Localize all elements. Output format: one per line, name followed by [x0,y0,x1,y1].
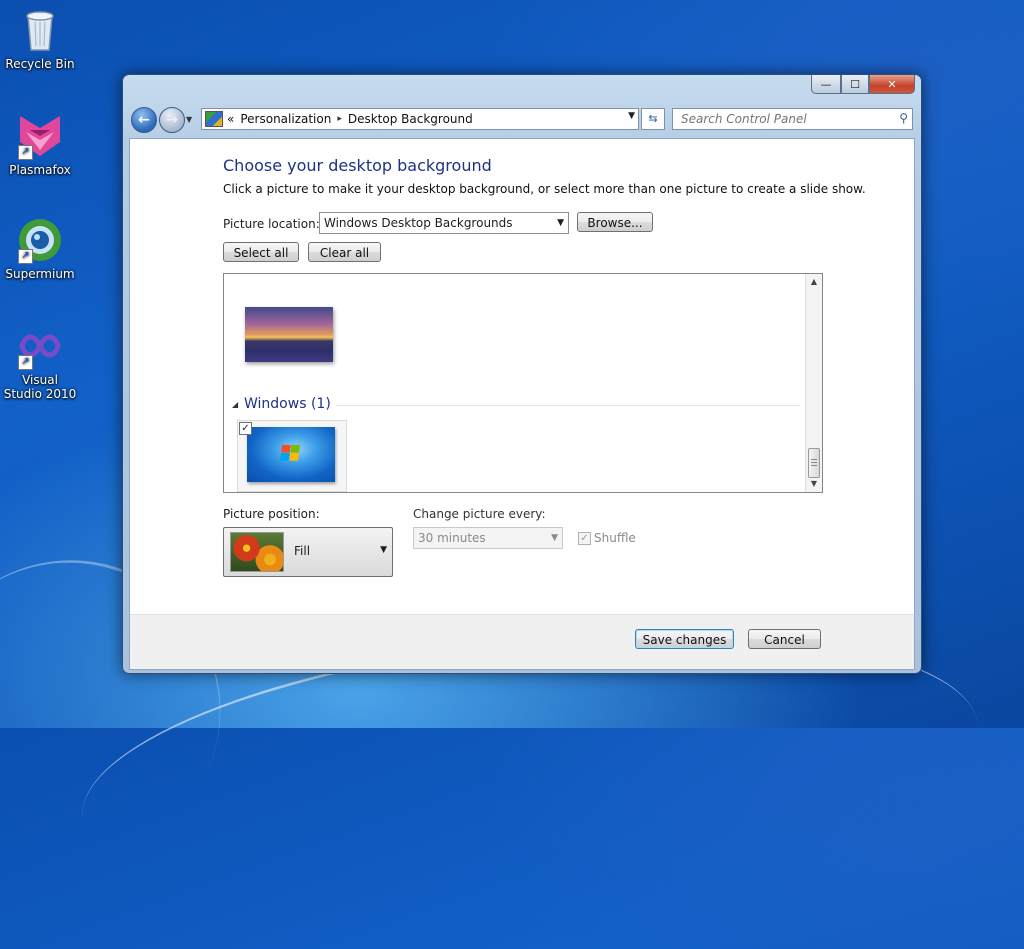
search-input[interactable] [679,109,888,129]
desktop-icon-plasmafox[interactable]: ↗ Plasmafox [0,112,80,177]
address-bar[interactable]: « Personalization ▸ Desktop Background ▼ [201,108,639,130]
change-picture-interval-select[interactable]: 30 minutes ▼ [413,527,563,549]
gallery-scrollbar[interactable]: ▲ ▼ [805,274,822,492]
page-title: Choose your desktop background [223,156,492,175]
arrow-right-icon: → [166,112,178,128]
wallpaper-item-windows[interactable]: ✓ [237,420,347,492]
breadcrumb-desktop-background[interactable]: Desktop Background [348,112,473,126]
group-divider [336,405,800,406]
desktop-icon-label: Visual Studio 2010 [3,373,77,401]
scroll-thumb[interactable] [808,448,820,478]
caption-buttons: — ☐ ✕ [811,75,915,94]
background-gallery: ◢ Windows (1) ✓ ▲ ▼ [223,273,823,493]
search-icon[interactable]: ⚲ [899,111,908,125]
grip-line [811,465,817,466]
select-all-button[interactable]: Select all [223,242,299,262]
windows-logo-icon [279,445,301,461]
forward-button[interactable]: → [159,107,185,133]
shuffle-check-icon: ✓ [578,532,591,545]
collapse-triangle-icon[interactable]: ◢ [232,400,238,409]
cancel-button[interactable]: Cancel [748,629,821,649]
supermium-icon: ↗ [16,216,64,264]
desktop-icon-label: Plasmafox [9,163,71,177]
chevron-down-icon: ▼ [551,533,558,543]
back-button[interactable]: ← [131,107,157,133]
scroll-down-icon[interactable]: ▼ [806,476,822,492]
shortcut-arrow-icon: ↗ [18,249,33,264]
search-box: ⚲ [672,108,913,130]
picture-location-value: Windows Desktop Backgrounds [324,216,513,230]
clear-all-button[interactable]: Clear all [308,242,381,262]
position-preview-thumbnail [230,532,284,572]
arrow-left-icon: ← [138,112,150,128]
picture-location-label: Picture location: [223,217,320,231]
browse-button[interactable]: Browse... [577,212,653,232]
navigation-bar: ← → ▼ « Personalization ▸ Desktop Backgr… [131,105,913,135]
wallpaper-checkbox[interactable]: ✓ [239,422,252,435]
desktop-icon-visual-studio[interactable]: ↗ Visual Studio 2010 [0,322,80,401]
scroll-up-icon[interactable]: ▲ [806,274,822,290]
shuffle-label: Shuffle [594,531,636,545]
wallpaper-thumbnail-windows [247,427,335,482]
change-picture-label: Change picture every: [413,507,546,521]
change-picture-value: 30 minutes [418,531,486,545]
recent-pages-dropdown[interactable]: ▼ [186,115,192,124]
visual-studio-icon: ↗ [16,322,64,370]
grip-line [811,459,817,460]
close-button[interactable]: ✕ [869,75,915,94]
desktop-icon-supermium[interactable]: ↗ Supermium [0,216,80,281]
page-description: Click a picture to make it your desktop … [223,182,866,196]
control-panel-icon [205,111,223,127]
content-pane: Choose your desktop background Click a p… [129,138,915,670]
minimize-button[interactable]: — [811,75,841,94]
footer-bar: Save changes Cancel [130,614,914,669]
group-header-label: Windows (1) [244,396,331,412]
group-header-windows[interactable]: ◢ Windows (1) [230,396,800,414]
wallpaper-thumbnail-sunset[interactable] [245,307,333,362]
chevron-down-icon: ▼ [557,218,564,228]
shortcut-arrow-icon: ↗ [18,355,33,370]
save-changes-button[interactable]: Save changes [635,629,734,649]
picture-position-label: Picture position: [223,507,320,521]
shortcut-arrow-icon: ↗ [18,145,33,160]
grip-line [811,462,817,463]
desktop-icon-label: Recycle Bin [5,57,75,71]
breadcrumb-overflow[interactable]: « [227,112,234,126]
recycle-bin-icon [16,6,64,54]
picture-position-value: Fill [294,544,311,558]
picture-location-select[interactable]: Windows Desktop Backgrounds ▼ [319,212,569,234]
plasmafox-icon: ↗ [16,112,64,160]
maximize-button[interactable]: ☐ [841,75,869,94]
picture-position-select[interactable]: Fill ▼ [223,527,393,577]
control-panel-window: — ☐ ✕ ← → ▼ « Personalization ▸ Desktop … [122,74,922,674]
address-dropdown-icon[interactable]: ▼ [628,111,635,121]
shuffle-checkbox[interactable]: ✓ Shuffle [578,531,636,545]
desktop-icon-recycle-bin[interactable]: Recycle Bin [0,6,80,71]
refresh-icon: ⇆ [648,112,658,125]
breadcrumb-personalization[interactable]: Personalization [240,112,331,126]
refresh-button[interactable]: ⇆ [641,108,665,130]
breadcrumb-separator-icon[interactable]: ▸ [337,114,342,124]
desktop-icon-label: Supermium [5,267,75,281]
chevron-down-icon: ▼ [380,545,387,555]
